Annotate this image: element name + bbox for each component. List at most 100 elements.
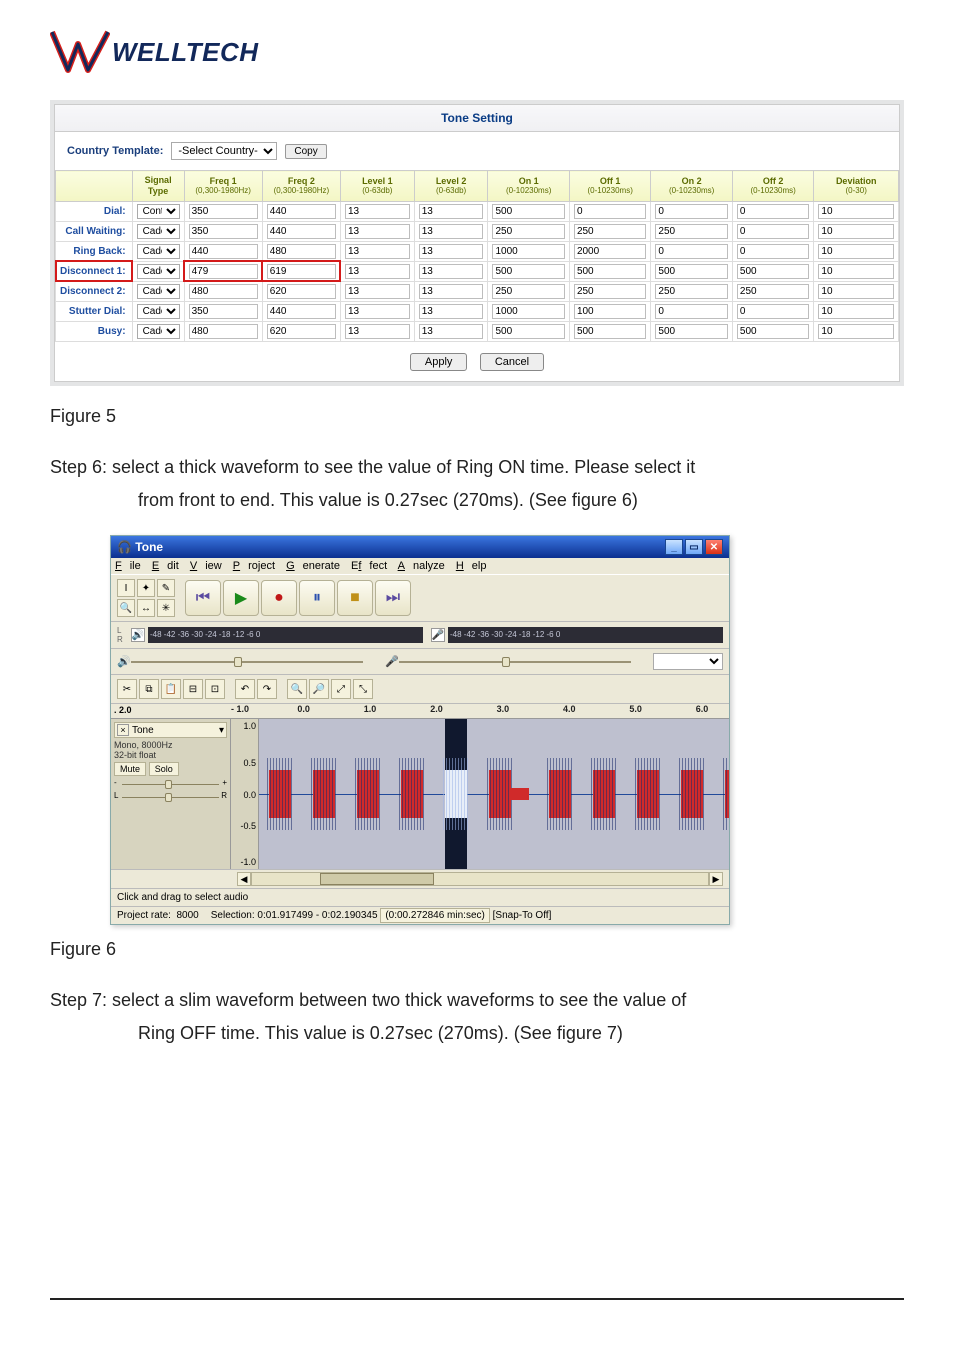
gain-slider[interactable]: -+ (114, 780, 227, 789)
value-input[interactable] (818, 324, 894, 339)
input-meter-icon[interactable]: 🎤 (431, 628, 445, 642)
signal-type-select[interactable]: Cadence (137, 244, 180, 259)
menu-view[interactable]: View (190, 560, 222, 572)
value-input[interactable] (419, 324, 484, 339)
value-input[interactable] (419, 284, 484, 299)
value-input[interactable] (655, 204, 727, 219)
input-device-select[interactable] (653, 653, 723, 670)
skip-end-icon[interactable]: ⏭ (375, 580, 411, 616)
value-input[interactable] (818, 224, 894, 239)
value-input[interactable] (345, 304, 410, 319)
waveform-area[interactable]: 1.0 0.5 0.0 -0.5 -1.0 (231, 719, 729, 869)
multi-tool-icon[interactable]: ✳ (157, 599, 175, 617)
zoom-tool-icon[interactable]: 🔍 (117, 599, 135, 617)
signal-type-select[interactable]: Cadence (137, 284, 180, 299)
fit-project-icon[interactable]: ⤡ (353, 679, 373, 699)
value-input[interactable] (492, 324, 564, 339)
trim-icon[interactable]: ⊟ (183, 679, 203, 699)
menu-generate[interactable]: Generate (286, 560, 340, 572)
record-icon[interactable]: ● (261, 580, 297, 616)
selection-tool-icon[interactable]: I (117, 579, 135, 597)
value-input[interactable] (737, 224, 809, 239)
value-input[interactable] (267, 224, 336, 239)
signal-type-select[interactable]: Cadence (137, 324, 180, 339)
value-input[interactable] (345, 264, 410, 279)
redo-icon[interactable]: ↷ (257, 679, 277, 699)
value-input[interactable] (345, 224, 410, 239)
value-input[interactable] (419, 304, 484, 319)
value-input[interactable] (655, 324, 727, 339)
value-input[interactable] (574, 284, 646, 299)
value-input[interactable] (737, 244, 809, 259)
menu-file[interactable]: File (115, 560, 141, 572)
stop-icon[interactable]: ■ (337, 580, 373, 616)
value-input[interactable] (574, 204, 646, 219)
menu-effect[interactable]: Effect (351, 560, 387, 572)
horizontal-scrollbar[interactable]: ◀ ▶ (111, 869, 729, 888)
value-input[interactable] (655, 284, 727, 299)
input-volume-slider[interactable]: 🎤 (385, 657, 645, 667)
value-input[interactable] (655, 304, 727, 319)
value-input[interactable] (574, 324, 646, 339)
value-input[interactable] (492, 224, 564, 239)
value-input[interactable] (345, 324, 410, 339)
value-input[interactable] (267, 204, 336, 219)
signal-type-select[interactable]: Continuous (137, 204, 180, 219)
waveform-canvas[interactable] (259, 719, 729, 869)
value-input[interactable] (189, 204, 258, 219)
timeshift-tool-icon[interactable]: ↔ (137, 599, 155, 617)
value-input[interactable] (818, 284, 894, 299)
undo-icon[interactable]: ↶ (235, 679, 255, 699)
value-input[interactable] (189, 264, 258, 279)
value-input[interactable] (267, 304, 336, 319)
signal-type-select[interactable]: Cadence (137, 224, 180, 239)
track-name-dropdown[interactable]: ×Tone ▾ (114, 722, 227, 738)
value-input[interactable] (737, 324, 809, 339)
minimize-button[interactable]: _ (665, 539, 683, 555)
maximize-button[interactable]: ▭ (685, 539, 703, 555)
solo-button[interactable]: Solo (149, 762, 179, 776)
value-input[interactable] (419, 224, 484, 239)
value-input[interactable] (492, 264, 564, 279)
cancel-button[interactable]: Cancel (480, 353, 544, 371)
zoom-out-icon[interactable]: 🔎 (309, 679, 329, 699)
menu-edit[interactable]: Edit (152, 560, 179, 572)
value-input[interactable] (737, 264, 809, 279)
value-input[interactable] (737, 204, 809, 219)
value-input[interactable] (818, 204, 894, 219)
value-input[interactable] (189, 324, 258, 339)
signal-type-select[interactable]: Cadence (137, 304, 180, 319)
value-input[interactable] (492, 284, 564, 299)
output-volume-slider[interactable]: 🔊 (117, 657, 377, 667)
cut-icon[interactable]: ✂ (117, 679, 137, 699)
value-input[interactable] (574, 264, 646, 279)
country-template-select[interactable]: -Select Country- (171, 142, 277, 160)
output-meter-icon[interactable]: 🔊 (131, 628, 145, 642)
copy-button[interactable]: Copy (285, 144, 326, 159)
value-input[interactable] (267, 264, 336, 279)
mute-button[interactable]: Mute (114, 762, 146, 776)
value-input[interactable] (492, 204, 564, 219)
value-input[interactable] (267, 244, 336, 259)
value-input[interactable] (189, 224, 258, 239)
close-button[interactable]: ✕ (705, 539, 723, 555)
envelope-tool-icon[interactable]: ✦ (137, 579, 155, 597)
menu-analyze[interactable]: Analyze (398, 560, 445, 572)
value-input[interactable] (189, 304, 258, 319)
value-input[interactable] (189, 284, 258, 299)
value-input[interactable] (419, 204, 484, 219)
value-input[interactable] (189, 244, 258, 259)
value-input[interactable] (655, 224, 727, 239)
value-input[interactable] (574, 304, 646, 319)
value-input[interactable] (267, 324, 336, 339)
value-input[interactable] (818, 304, 894, 319)
signal-type-select[interactable]: Cadence (137, 264, 180, 279)
paste-icon[interactable]: 📋 (161, 679, 181, 699)
value-input[interactable] (655, 244, 727, 259)
value-input[interactable] (655, 264, 727, 279)
value-input[interactable] (345, 284, 410, 299)
track-close-icon[interactable]: × (117, 724, 129, 736)
value-input[interactable] (419, 244, 484, 259)
play-icon[interactable]: ▶ (223, 580, 259, 616)
value-input[interactable] (419, 264, 484, 279)
